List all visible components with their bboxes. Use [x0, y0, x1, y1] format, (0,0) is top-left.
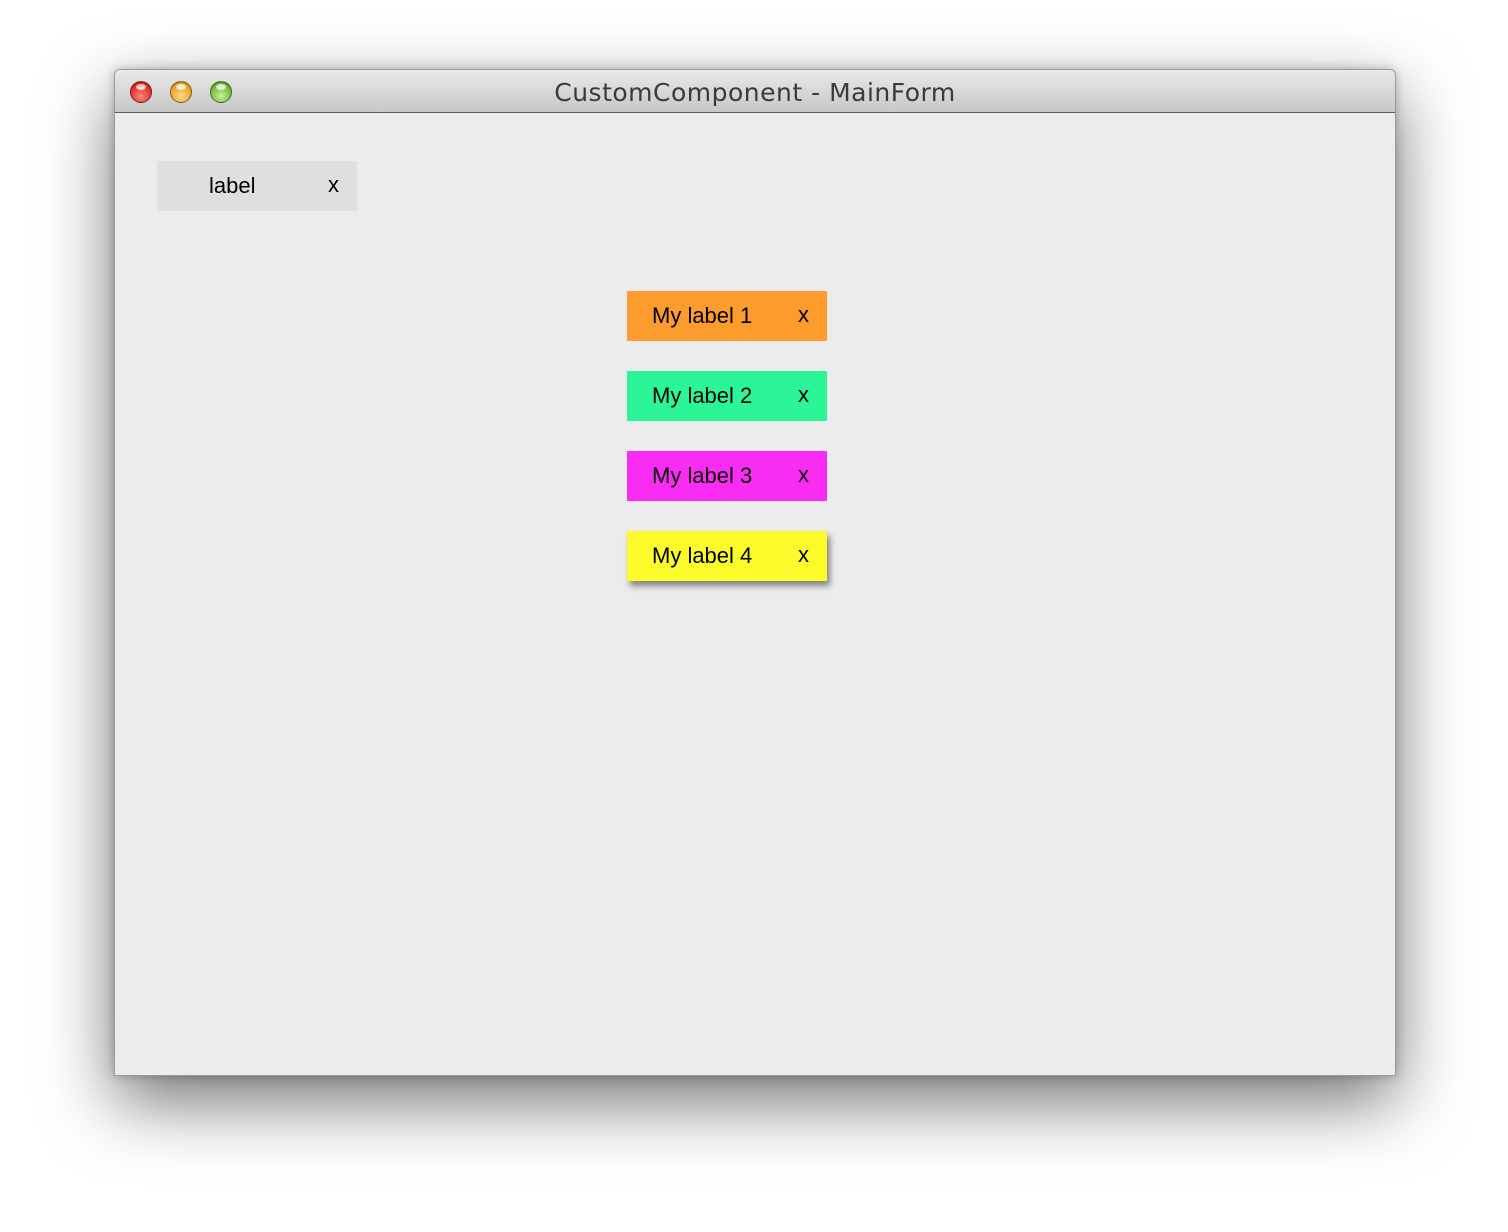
chip-close-button[interactable]: x — [798, 463, 809, 487]
label-chip-1[interactable]: My label 1 x — [627, 291, 827, 341]
chip-close-button[interactable]: x — [328, 173, 339, 197]
chip-label: My label 2 — [652, 383, 753, 408]
window-title: CustomComponent - MainForm — [554, 78, 956, 107]
main-window: CustomComponent - MainForm label x My la… — [114, 69, 1396, 1076]
chip-close-button[interactable]: x — [798, 303, 809, 327]
chip-label: label — [209, 173, 256, 198]
template-label-chip[interactable]: label x — [157, 161, 357, 211]
chip-close-button[interactable]: x — [798, 543, 809, 567]
chip-close-button[interactable]: x — [798, 383, 809, 407]
title-bar[interactable]: CustomComponent - MainForm — [115, 70, 1395, 113]
label-chip-4[interactable]: My label 4 x — [627, 531, 827, 581]
chip-label: My label 4 — [652, 543, 753, 568]
chip-label: My label 1 — [652, 303, 753, 328]
chip-label: My label 3 — [652, 463, 753, 488]
label-chip-2[interactable]: My label 2 x — [627, 371, 827, 421]
label-chip-3[interactable]: My label 3 x — [627, 451, 827, 501]
